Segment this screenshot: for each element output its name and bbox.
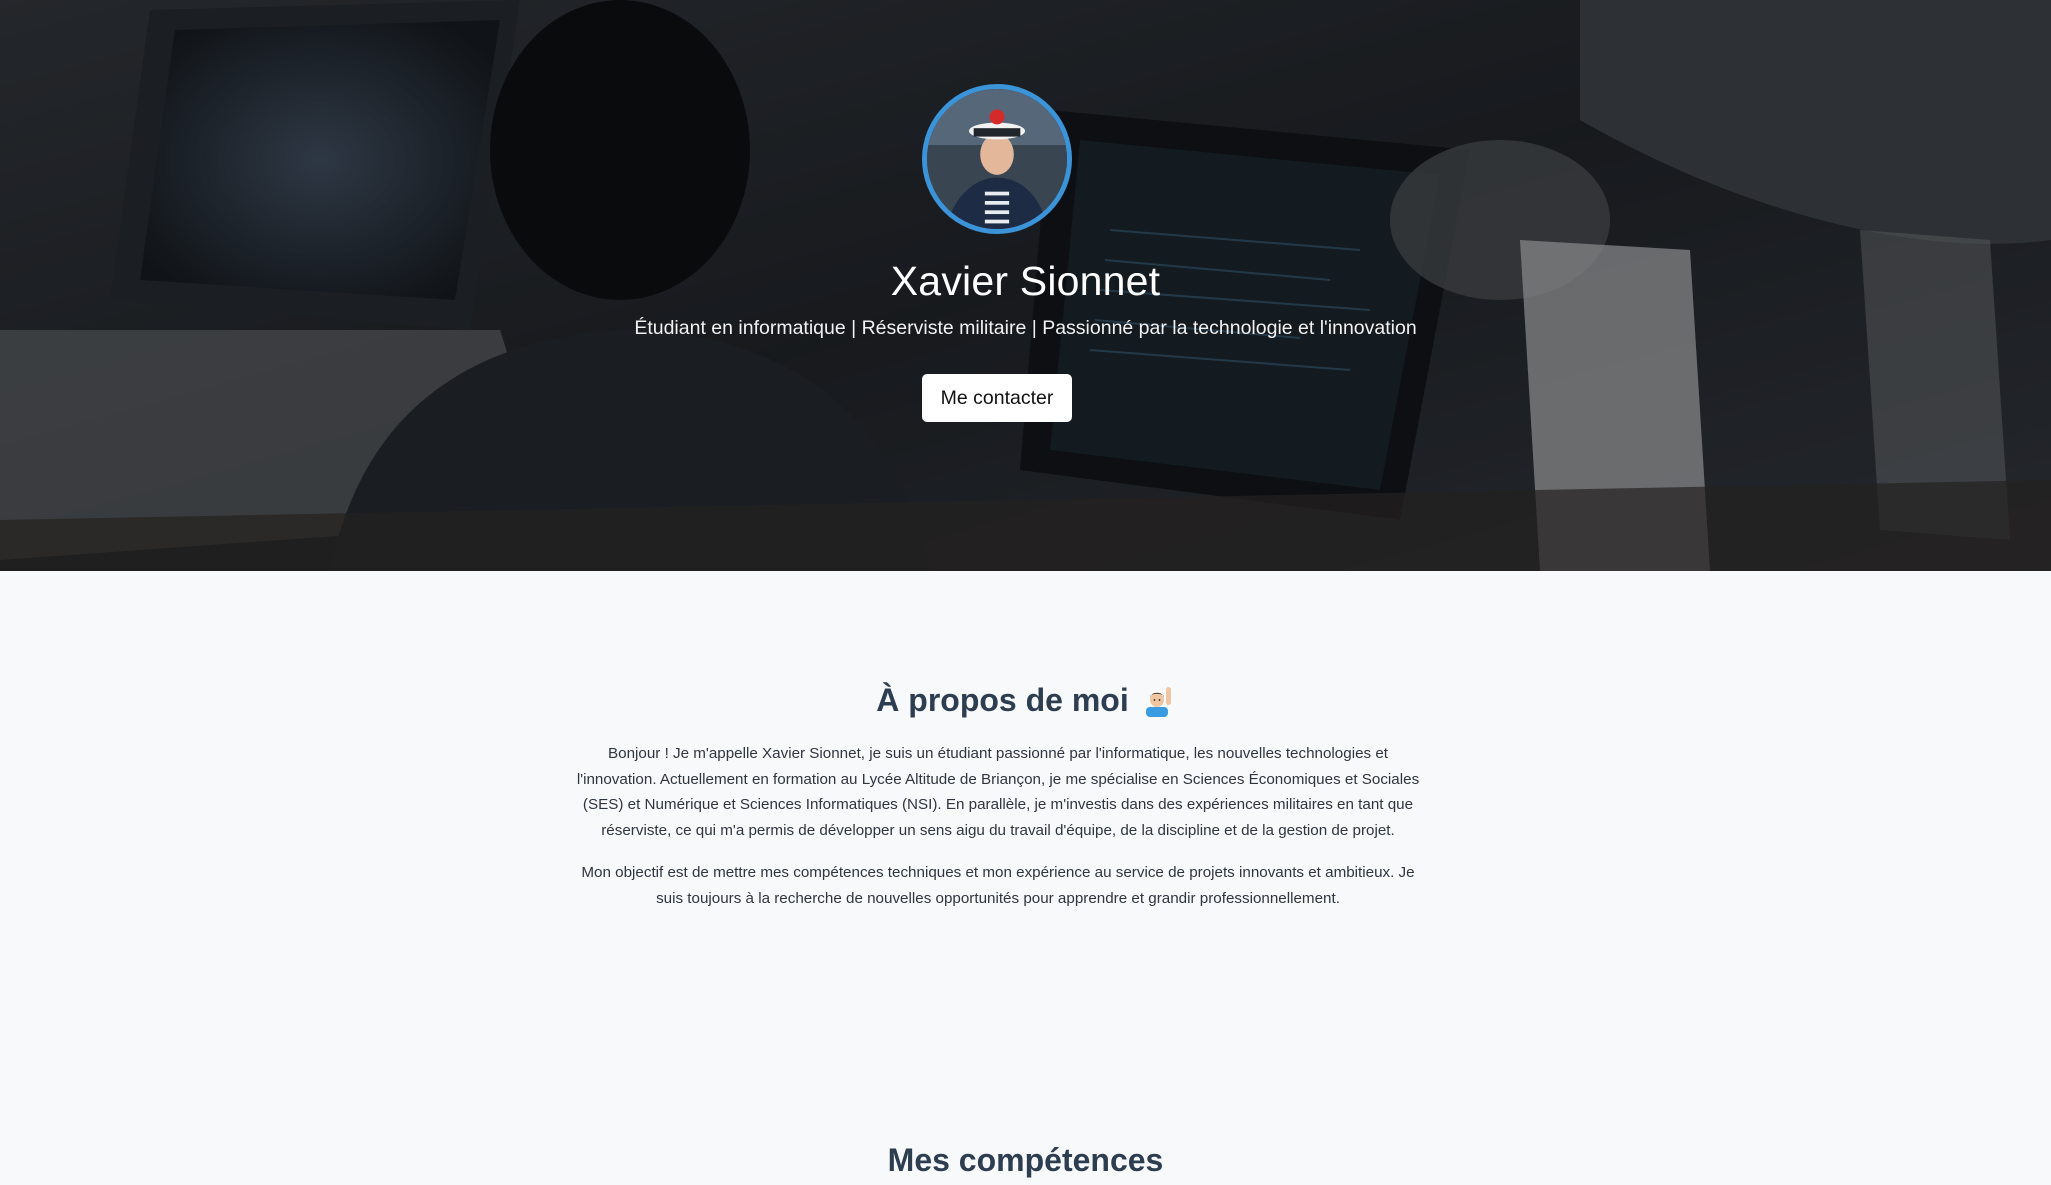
skills-title: Mes compétences xyxy=(887,1141,1164,1178)
hero-section: Xavier Sionnet Étudiant en informatique … xyxy=(0,0,2051,571)
about-paragraph-2: Mon objectif est de mettre mes compétenc… xyxy=(581,863,1415,907)
contact-button[interactable]: Me contacter xyxy=(922,374,1072,422)
person-raising-hand-icon xyxy=(1141,681,1175,717)
about-title-text: À propos de moi xyxy=(876,681,1129,718)
hero-content: Xavier Sionnet Étudiant en informatique … xyxy=(0,0,2051,571)
about-paragraph-1: Bonjour ! Je m'appelle Xavier Sionnet, j… xyxy=(576,745,1420,840)
avatar-photo xyxy=(927,89,1067,229)
hero-name: Xavier Sionnet xyxy=(890,258,1161,304)
about-text: Bonjour ! Je m'appelle Xavier Sionnet, j… xyxy=(567,741,1429,927)
avatar xyxy=(922,84,1072,234)
about-title: À propos de moi xyxy=(0,675,2051,725)
hero-tagline: Étudiant en informatique | Réserviste mi… xyxy=(634,317,1417,339)
